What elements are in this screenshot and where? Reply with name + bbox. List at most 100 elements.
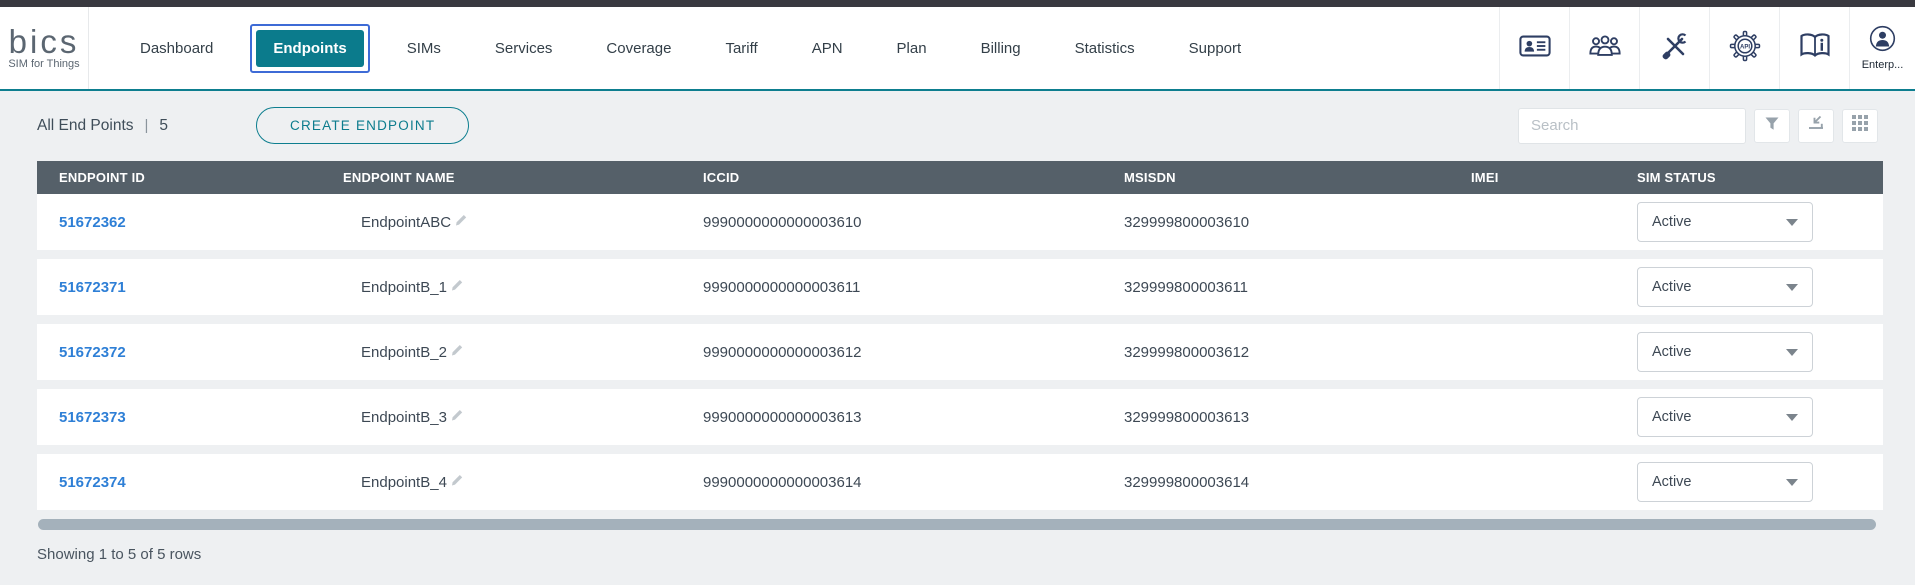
enterprise-account-button[interactable]: Enterp... bbox=[1849, 7, 1915, 89]
chevron-down-icon bbox=[1786, 219, 1798, 226]
iccid-cell: 9990000000000003613 bbox=[703, 389, 1124, 445]
sim-status-value: Active bbox=[1652, 474, 1692, 490]
endpoint-name: EndpointB_2 bbox=[361, 344, 447, 361]
tab-plan[interactable]: Plan bbox=[870, 40, 954, 57]
enterprise-label: Enterp... bbox=[1862, 59, 1904, 71]
api-settings-button[interactable]: API bbox=[1709, 7, 1779, 89]
tools-icon bbox=[1661, 32, 1689, 65]
documentation-button[interactable] bbox=[1779, 7, 1849, 89]
msisdn-cell: 329999800003611 bbox=[1124, 259, 1471, 315]
endpoint-id-link[interactable]: 51672372 bbox=[59, 344, 126, 361]
sim-status-dropdown[interactable]: Active bbox=[1637, 397, 1813, 437]
search-input[interactable] bbox=[1518, 108, 1746, 144]
brand-name: bics bbox=[9, 26, 80, 57]
tab-billing[interactable]: Billing bbox=[954, 40, 1048, 57]
tab-statistics[interactable]: Statistics bbox=[1048, 40, 1162, 57]
column-header-iccid: ICCID bbox=[703, 161, 1124, 194]
grid-icon bbox=[1852, 115, 1869, 137]
endpoint-id-link[interactable]: 51672373 bbox=[59, 409, 126, 426]
column-header-msisdn: MSISDN bbox=[1124, 161, 1471, 194]
chevron-down-icon bbox=[1786, 414, 1798, 421]
sim-status-value: Active bbox=[1652, 214, 1692, 230]
iccid-cell: 9990000000000003610 bbox=[703, 194, 1124, 250]
create-endpoint-button[interactable]: CREATE ENDPOINT bbox=[256, 107, 469, 144]
top-strip bbox=[0, 0, 1915, 7]
column-header-imei: IMEI bbox=[1471, 161, 1637, 194]
filter-funnel-icon bbox=[1764, 116, 1780, 136]
edit-pencil-icon[interactable] bbox=[450, 343, 464, 361]
endpoint-name: EndpointB_4 bbox=[361, 474, 447, 491]
chevron-down-icon bbox=[1786, 479, 1798, 486]
horizontal-scrollbar-track bbox=[38, 519, 1877, 530]
columns-grid-button[interactable] bbox=[1842, 109, 1878, 143]
endpoint-name: EndpointABC bbox=[361, 214, 451, 231]
endpoint-count: 5 bbox=[159, 117, 168, 135]
column-header-endpoint-id: ENDPOINT ID bbox=[37, 161, 343, 194]
edit-pencil-icon[interactable] bbox=[454, 213, 468, 231]
imei-cell bbox=[1471, 259, 1637, 315]
msisdn-cell: 329999800003614 bbox=[1124, 454, 1471, 510]
tab-apn[interactable]: APN bbox=[785, 40, 870, 57]
msisdn-cell: 329999800003610 bbox=[1124, 194, 1471, 250]
endpoint-name: EndpointB_3 bbox=[361, 409, 447, 426]
endpoints-table: ENDPOINT ID ENDPOINT NAME ICCID MSISDN I… bbox=[37, 161, 1883, 510]
edit-pencil-icon[interactable] bbox=[450, 408, 464, 426]
tab-endpoints-selection-border: Endpoints bbox=[250, 24, 369, 73]
edit-pencil-icon[interactable] bbox=[450, 278, 464, 296]
sim-status-dropdown[interactable]: Active bbox=[1637, 202, 1813, 242]
svg-text:API: API bbox=[1739, 44, 1749, 50]
iccid-cell: 9990000000000003612 bbox=[703, 324, 1124, 380]
book-info-icon bbox=[1799, 32, 1831, 64]
iccid-cell: 9990000000000003611 bbox=[703, 259, 1124, 315]
brand-tagline: SIM for Things bbox=[8, 58, 79, 70]
tab-dashboard[interactable]: Dashboard bbox=[113, 40, 240, 57]
table-controls bbox=[1518, 108, 1878, 144]
imei-cell bbox=[1471, 454, 1637, 510]
endpoint-id-link[interactable]: 51672362 bbox=[59, 214, 126, 231]
tab-endpoints[interactable]: Endpoints bbox=[256, 30, 363, 67]
tab-tariff[interactable]: Tariff bbox=[698, 40, 784, 57]
header-icon-group: API Enterp... bbox=[1499, 7, 1915, 89]
endpoint-id-link[interactable]: 51672374 bbox=[59, 474, 126, 491]
api-gear-icon: API bbox=[1729, 30, 1761, 67]
tab-sims[interactable]: SIMs bbox=[380, 40, 468, 57]
column-header-sim-status: SIM STATUS bbox=[1637, 161, 1883, 194]
filter-button[interactable] bbox=[1754, 109, 1790, 143]
tools-button[interactable] bbox=[1639, 7, 1709, 89]
imei-cell bbox=[1471, 324, 1637, 380]
chevron-down-icon bbox=[1786, 284, 1798, 291]
export-tray-icon bbox=[1807, 115, 1825, 136]
tab-services[interactable]: Services bbox=[468, 40, 580, 57]
table-header-row: ENDPOINT ID ENDPOINT NAME ICCID MSISDN I… bbox=[37, 161, 1883, 194]
endpoint-name: EndpointB_1 bbox=[361, 279, 447, 296]
endpoint-id-link[interactable]: 51672371 bbox=[59, 279, 126, 296]
contact-card-button[interactable] bbox=[1499, 7, 1569, 89]
main-header: bics SIM for Things Dashboard Endpoints … bbox=[0, 7, 1915, 91]
msisdn-cell: 329999800003612 bbox=[1124, 324, 1471, 380]
id-card-icon bbox=[1519, 34, 1551, 63]
chevron-down-icon bbox=[1786, 349, 1798, 356]
sim-status-value: Active bbox=[1652, 409, 1692, 425]
imei-cell bbox=[1471, 389, 1637, 445]
title-separator: | bbox=[145, 117, 149, 134]
main-nav: Dashboard Endpoints SIMs Services Covera… bbox=[113, 7, 1268, 89]
tab-coverage[interactable]: Coverage bbox=[579, 40, 698, 57]
iccid-cell: 9990000000000003614 bbox=[703, 454, 1124, 510]
sim-status-dropdown[interactable]: Active bbox=[1637, 267, 1813, 307]
sim-status-value: Active bbox=[1652, 344, 1692, 360]
user-management-button[interactable] bbox=[1569, 7, 1639, 89]
table-row: 51672374 EndpointB_4 9990000000000003614… bbox=[37, 454, 1883, 510]
sim-status-dropdown[interactable]: Active bbox=[1637, 462, 1813, 502]
sim-status-dropdown[interactable]: Active bbox=[1637, 332, 1813, 372]
table-row: 51672362 EndpointABC 9990000000000003610… bbox=[37, 194, 1883, 250]
list-toolbar: All End Points | 5 CREATE ENDPOINT bbox=[0, 91, 1915, 161]
tab-support[interactable]: Support bbox=[1162, 40, 1269, 57]
brand-logo[interactable]: bics SIM for Things bbox=[0, 7, 89, 89]
export-button[interactable] bbox=[1798, 109, 1834, 143]
edit-pencil-icon[interactable] bbox=[450, 473, 464, 491]
table-row: 51672373 EndpointB_3 9990000000000003613… bbox=[37, 389, 1883, 445]
imei-cell bbox=[1471, 194, 1637, 250]
users-group-icon bbox=[1588, 33, 1622, 63]
table-row: 51672371 EndpointB_1 9990000000000003611… bbox=[37, 259, 1883, 315]
horizontal-scrollbar[interactable] bbox=[38, 519, 1876, 530]
